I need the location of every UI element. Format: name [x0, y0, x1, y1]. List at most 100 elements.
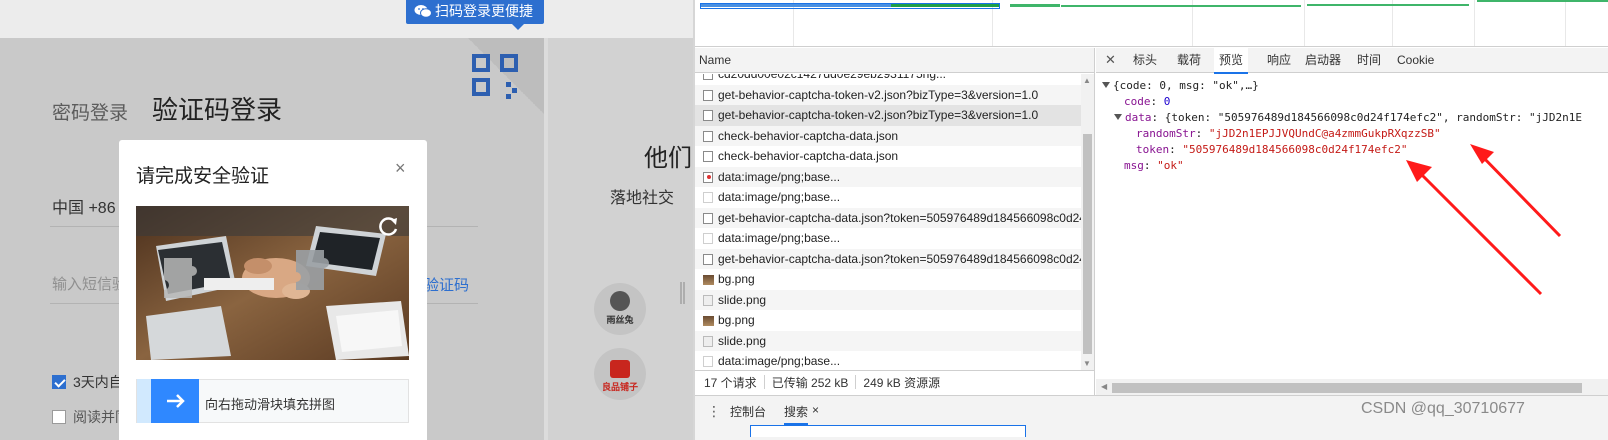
- request-row[interactable]: bg.png: [695, 310, 1081, 331]
- request-row[interactable]: data:image/png;base...: [695, 351, 1081, 370]
- scrollbar-thumb[interactable]: [1083, 134, 1092, 354]
- request-row[interactable]: data:image/png;base...: [695, 187, 1081, 208]
- request-list-scrollbar[interactable]: ▲ ▼: [1081, 74, 1094, 370]
- request-row[interactable]: data:image/png;base...: [695, 228, 1081, 249]
- tab-3[interactable]: 响应: [1262, 48, 1296, 73]
- search-input[interactable]: [750, 425, 1026, 437]
- timeline-gridline: [1304, 0, 1305, 46]
- agreement[interactable]: 阅读并同: [52, 407, 129, 427]
- tab-search[interactable]: 搜索: [784, 403, 809, 425]
- request-name: get-behavior-captcha-data.json?token=505…: [718, 210, 1081, 225]
- tab-2[interactable]: 预览: [1214, 48, 1249, 74]
- scroll-down-icon[interactable]: ▼: [1083, 359, 1091, 368]
- slider-track: [137, 379, 151, 423]
- request-name: get-behavior-captcha-token-v2.json?bizTy…: [718, 87, 1039, 102]
- preview-horizontal-scrollbar[interactable]: ◀: [1096, 379, 1608, 395]
- tab-6[interactable]: Cookie: [1392, 48, 1439, 73]
- request-name: check-behavior-captcha-data.json: [718, 149, 899, 163]
- request-row[interactable]: cd20dd00e02c1427dd0e29eb2931175ng...: [695, 74, 1081, 85]
- json-randomstr-line: randomStr: "jJD2n1EPJJVQUndC@a4zmmGukpRX…: [1136, 127, 1441, 140]
- doc-icon: [703, 74, 713, 80]
- tab-5[interactable]: 时间: [1352, 48, 1386, 73]
- request-name: bg.png: [718, 313, 755, 327]
- sms-code-input[interactable]: 输入短信验: [52, 273, 127, 294]
- partner-logo-label: 雨丝兔: [606, 315, 634, 325]
- json-preview: {code: 0, msg: "ok",…} code: 0 data: {to…: [1096, 75, 1608, 375]
- doc-icon: [703, 151, 713, 162]
- network-timeline[interactable]: [695, 0, 1608, 47]
- request-row[interactable]: get-behavior-captcha-token-v2.json?bizTy…: [695, 84, 1081, 105]
- json-data-line[interactable]: data: {token: "505976489d184566098c0d24f…: [1114, 110, 1582, 126]
- refresh-icon[interactable]: [375, 214, 401, 240]
- request-name: get-behavior-captcha-data.json?token=505…: [718, 251, 1081, 266]
- close-detail-icon[interactable]: ✕: [1105, 52, 1116, 68]
- request-name: check-behavior-captcha-data.json: [718, 128, 899, 143]
- tab-sms-login[interactable]: 验证码登录: [152, 90, 282, 127]
- more-options-icon[interactable]: ⋮: [707, 403, 721, 420]
- json-root[interactable]: {code: 0, msg: "ok",…}: [1102, 78, 1259, 94]
- timeline-bar: [891, 4, 999, 7]
- request-row[interactable]: bg.png: [695, 269, 1081, 290]
- scroll-up-icon[interactable]: ▲: [1083, 76, 1091, 85]
- captcha-close-button[interactable]: ×: [395, 158, 406, 179]
- json-key: msg: [1124, 159, 1144, 172]
- remember-login[interactable]: 3天内自: [52, 372, 123, 392]
- request-name: slide.png: [718, 333, 767, 348]
- tab-4[interactable]: 启动器: [1300, 48, 1346, 73]
- request-row[interactable]: slide.png: [695, 289, 1081, 310]
- qr-login-tip-label: 扫码登录更便捷: [435, 3, 533, 19]
- request-list[interactable]: cd20dd00e02c1427dd0e29eb2931175ng... get-…: [695, 74, 1081, 370]
- scrollbar-thumb[interactable]: [1112, 383, 1582, 393]
- captcha-slider[interactable]: 向右拖动滑块填充拼图: [136, 379, 409, 423]
- name-column-header[interactable]: Name: [695, 48, 1094, 73]
- doc-icon: [703, 212, 713, 224]
- timeline-bar: [1307, 4, 1469, 6]
- timeline-gridline: [1192, 0, 1193, 46]
- timeline-gridline: [1565, 0, 1566, 46]
- request-row[interactable]: get-behavior-captcha-data.json?token=505…: [695, 207, 1081, 228]
- country-code-select[interactable]: 中国 +86: [52, 194, 116, 218]
- divider: [763, 375, 765, 389]
- request-row[interactable]: slide.png: [695, 330, 1081, 351]
- request-name: data:image/png;base...: [718, 231, 841, 245]
- request-list-pane: Name cd20dd00e02c1427dd0e29eb2931175ng..…: [695, 48, 1095, 440]
- panel-resize-handle[interactable]: [679, 282, 687, 304]
- agreement-checkbox[interactable]: [52, 410, 66, 424]
- expand-triangle-icon[interactable]: [1114, 114, 1122, 120]
- partner-logo: 雨丝兔: [594, 283, 646, 335]
- request-row[interactable]: data:image/png;base...: [695, 166, 1081, 187]
- close-tab-icon[interactable]: ×: [812, 403, 819, 417]
- arrow-right-icon: [167, 394, 185, 408]
- timeline-bar: [1477, 0, 1608, 2]
- slider-hint: 向右拖动滑块填充拼图: [205, 397, 336, 412]
- expand-triangle-icon[interactable]: [1102, 82, 1110, 88]
- tab-0[interactable]: 标头: [1128, 48, 1162, 73]
- scroll-left-icon[interactable]: ◀: [1101, 382, 1107, 391]
- image-red-icon: [703, 171, 713, 183]
- request-row[interactable]: check-behavior-captcha-data.json: [695, 146, 1081, 167]
- get-code-link[interactable]: 验证码: [424, 274, 469, 295]
- image-icon: [703, 316, 714, 326]
- devtools-panel: Name cd20dd00e02c1427dd0e29eb2931175ng..…: [695, 0, 1608, 440]
- timeline-gridline: [1474, 0, 1475, 46]
- tab-password-login[interactable]: 密码登录: [52, 98, 128, 125]
- qr-code-icon[interactable]: [468, 42, 530, 104]
- tab-console[interactable]: 控制台: [730, 403, 766, 420]
- request-row[interactable]: get-behavior-captcha-data.json?token=505…: [695, 248, 1081, 269]
- doc-icon: [703, 192, 713, 203]
- remember-checkbox[interactable]: [52, 375, 66, 389]
- request-row[interactable]: get-behavior-captcha-token-v2.json?bizTy…: [695, 105, 1081, 126]
- json-root-summary: {code: 0, msg: "ok",…}: [1113, 79, 1259, 92]
- name-column-label: Name: [699, 53, 732, 67]
- request-row[interactable]: check-behavior-captcha-data.json: [695, 125, 1081, 146]
- doc-icon: [703, 130, 713, 142]
- partner-brand-icon: [610, 360, 630, 378]
- slider-handle[interactable]: [151, 379, 199, 423]
- partner-card-title: 他们: [644, 145, 692, 172]
- json-msg-line: msg: "ok": [1124, 159, 1184, 172]
- tab-1[interactable]: 载荷: [1172, 48, 1206, 73]
- json-code-line: code: 0: [1124, 95, 1171, 108]
- qr-login-tip[interactable]: 扫码登录更便捷: [406, 0, 544, 30]
- request-count: 17 个请求: [704, 376, 757, 390]
- doc-icon: [703, 233, 713, 244]
